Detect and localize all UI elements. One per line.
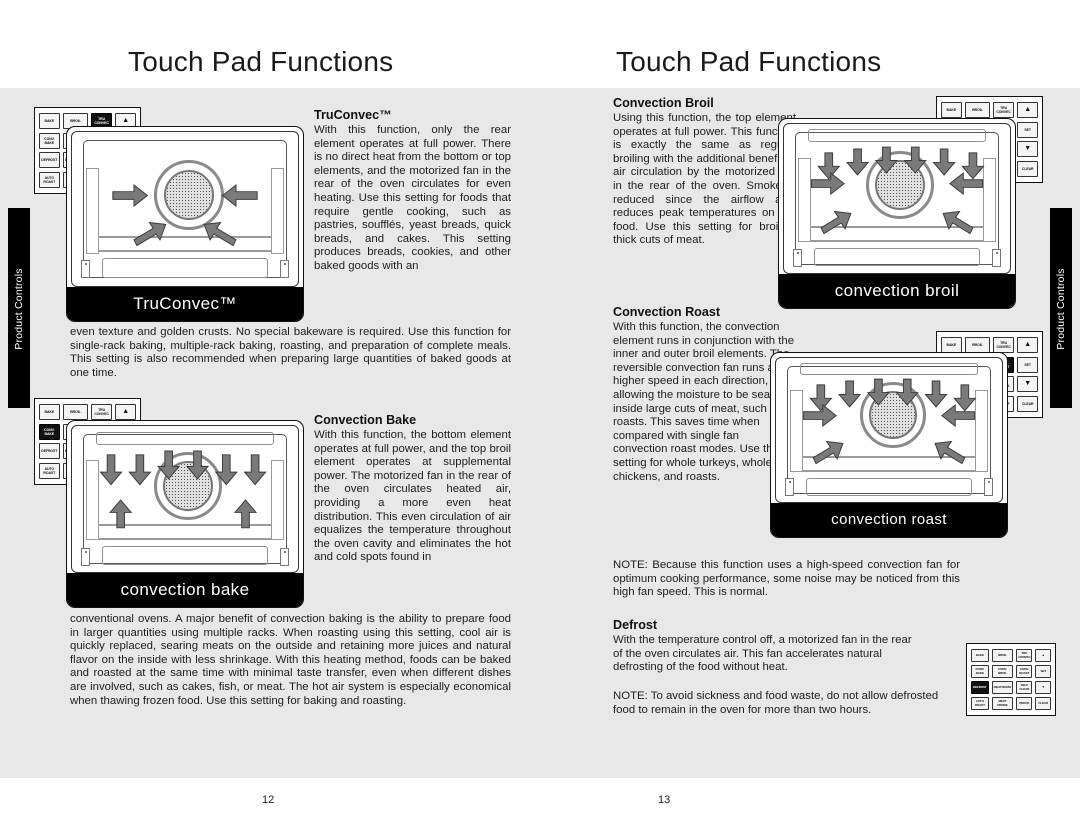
- oven-illustration-convection-bake: convection bake: [66, 420, 304, 608]
- oven-illustration-convection-broil: convection broil: [778, 118, 1016, 309]
- key-defrost[interactable]: DEFROST: [971, 681, 989, 694]
- key-up[interactable]: ▲: [1017, 102, 1038, 118]
- key-up[interactable]: ▲: [1017, 337, 1038, 353]
- keypad-grid: BAKEBROILTRU CONVEC▲ CONV. BAKECONV. BROI…: [971, 649, 1051, 710]
- key-broil[interactable]: BROIL: [63, 404, 88, 420]
- page-number-left: 12: [262, 794, 275, 806]
- oven-cavity: [783, 123, 1011, 274]
- control-panel-defrost[interactable]: BAKE BROIL TRU CONVEC ▲ CONV. BAKE CONV. BROI…: [966, 643, 1056, 716]
- page-title-right: Touch Pad Functions: [616, 46, 882, 77]
- key-set[interactable]: SET: [1035, 665, 1051, 678]
- key-self-clean[interactable]: SELF CLEAN: [1016, 681, 1033, 694]
- section-title-convection-bake: Convection Bake: [314, 413, 417, 427]
- section-body-convection-roast: With this function, the convection eleme…: [613, 321, 795, 483]
- key-broil[interactable]: BROIL: [991, 649, 1014, 662]
- manual-page-spread: Product Controls Product Controls Touch …: [0, 0, 1080, 834]
- key-broil[interactable]: BROIL: [965, 102, 990, 118]
- illustration-caption: convection roast: [771, 503, 1007, 537]
- section-title-convection-broil: Convection Broil: [613, 96, 714, 110]
- oven-cavity: [71, 131, 299, 287]
- section-convection-roast: Convection Roast With this function, the…: [613, 305, 796, 484]
- page-number-right: 13: [658, 794, 671, 806]
- illustration-caption: TruConvec™: [67, 287, 303, 321]
- section-body-defrost: With the temperature control off, a moto…: [613, 634, 912, 674]
- section-body-convection-bake: With this function, the bottom element o…: [314, 429, 511, 564]
- thumb-tab-product-controls-right: Product Controls: [1050, 208, 1072, 408]
- section-defrost: Defrost With the temperature control off…: [613, 618, 923, 675]
- key-down[interactable]: ▼: [1035, 681, 1051, 694]
- section-body-truconvec: With this function, only the rear elemen…: [314, 124, 511, 272]
- thumb-tab-product-controls-left: Product Controls: [8, 208, 30, 408]
- key-set[interactable]: SET: [1017, 356, 1038, 373]
- key-defrost[interactable]: DEFROST: [39, 152, 60, 168]
- key-clear[interactable]: CLEAR: [1017, 160, 1038, 177]
- key-bake[interactable]: BAKE: [39, 404, 60, 420]
- airflow-arrows: [803, 378, 977, 465]
- key-conv--roast[interactable]: CONV. ROAST: [1016, 665, 1033, 678]
- section-title-defrost: Defrost: [613, 618, 658, 632]
- illustration-caption: convection bake: [67, 573, 303, 607]
- section-convection-bake-continued: conventional ovens. A major benefit of c…: [70, 613, 511, 708]
- key-tru-convec[interactable]: TRU CONVEC: [91, 404, 112, 420]
- note-defrost: NOTE: To avoid sickness and food waste, …: [613, 690, 953, 717]
- note-convection-roast: NOTE: Because this function uses a high-…: [613, 559, 960, 600]
- oven-cavity: [71, 425, 299, 573]
- key-clear[interactable]: CLEAR: [1017, 395, 1038, 412]
- key-broil[interactable]: BROIL: [965, 337, 990, 353]
- section-convection-broil: Convection Broil Using this function, th…: [613, 96, 796, 248]
- key-down[interactable]: ▼: [1017, 376, 1038, 392]
- key-auto-roast[interactable]: AUTO ROAST: [39, 171, 60, 188]
- section-body-truconvec-continued: even texture and golden crusts. No speci…: [70, 326, 511, 379]
- airflow-arrows: [99, 450, 267, 529]
- key-auto-roast[interactable]: AUTO ROAST: [971, 697, 989, 710]
- key-meat-probe[interactable]: MEAT PROBE: [991, 697, 1014, 710]
- airflow-arrows: [112, 183, 258, 247]
- key-bake[interactable]: BAKE: [941, 102, 962, 118]
- key-clear[interactable]: CLEAR: [1035, 697, 1051, 710]
- section-body-convection-bake-continued: conventional ovens. A major benefit of c…: [70, 613, 511, 707]
- section-truconvec-continued: even texture and golden crusts. No speci…: [70, 326, 511, 380]
- section-title-convection-roast: Convection Roast: [613, 305, 721, 319]
- note-text-1: NOTE: Because this function uses a high-…: [613, 559, 960, 599]
- key-conv--bake[interactable]: CONV. BAKE: [39, 132, 60, 149]
- thumb-tab-label-left: Product Controls: [13, 268, 25, 350]
- section-convection-bake: Convection Bake With this function, the …: [314, 413, 511, 565]
- airflow-arrows: [810, 146, 985, 235]
- key-up[interactable]: ▲: [115, 404, 136, 420]
- page-bottom-margin: [0, 778, 1080, 834]
- note-text-2: NOTE: To avoid sickness and food waste, …: [613, 690, 939, 716]
- key-dehydrate[interactable]: DEHYDRATE: [991, 681, 1014, 694]
- oven-illustration-convection-roast: convection roast: [770, 352, 1008, 538]
- oven-illustration-truconvec: TruConvec™: [66, 126, 304, 322]
- key-up[interactable]: ▲: [1035, 649, 1051, 662]
- key-tru-convec[interactable]: TRU CONVEC: [993, 337, 1014, 353]
- key-tru-convec[interactable]: TRU CONVEC: [993, 102, 1014, 118]
- key-set[interactable]: SET: [1017, 121, 1038, 138]
- section-title-truconvec: TruConvec™: [314, 108, 392, 122]
- thumb-tab-label-right: Product Controls: [1055, 268, 1067, 350]
- key-defrost[interactable]: DEFROST: [39, 443, 60, 459]
- key-bake[interactable]: BAKE: [39, 113, 60, 129]
- key-auto-roast[interactable]: AUTO ROAST: [39, 462, 60, 479]
- key-bake[interactable]: BAKE: [941, 337, 962, 353]
- section-truconvec: TruConvec™ With this function, only the …: [314, 108, 511, 274]
- key-bake[interactable]: BAKE: [971, 649, 989, 662]
- key-tru-convec[interactable]: TRU CONVEC: [1016, 649, 1033, 662]
- oven-cavity: [775, 357, 1003, 503]
- key-proof[interactable]: PROOF: [1016, 697, 1033, 710]
- key-down[interactable]: ▼: [1017, 141, 1038, 157]
- key-conv--bake[interactable]: CONV. BAKE: [39, 423, 60, 440]
- page-title-left: Touch Pad Functions: [128, 46, 394, 77]
- key-conv--bake[interactable]: CONV. BAKE: [971, 665, 989, 678]
- section-body-convection-broil: Using this function, the top element ope…: [613, 112, 796, 247]
- illustration-caption: convection broil: [779, 274, 1015, 308]
- key-conv--broil[interactable]: CONV. BROIL: [991, 665, 1014, 678]
